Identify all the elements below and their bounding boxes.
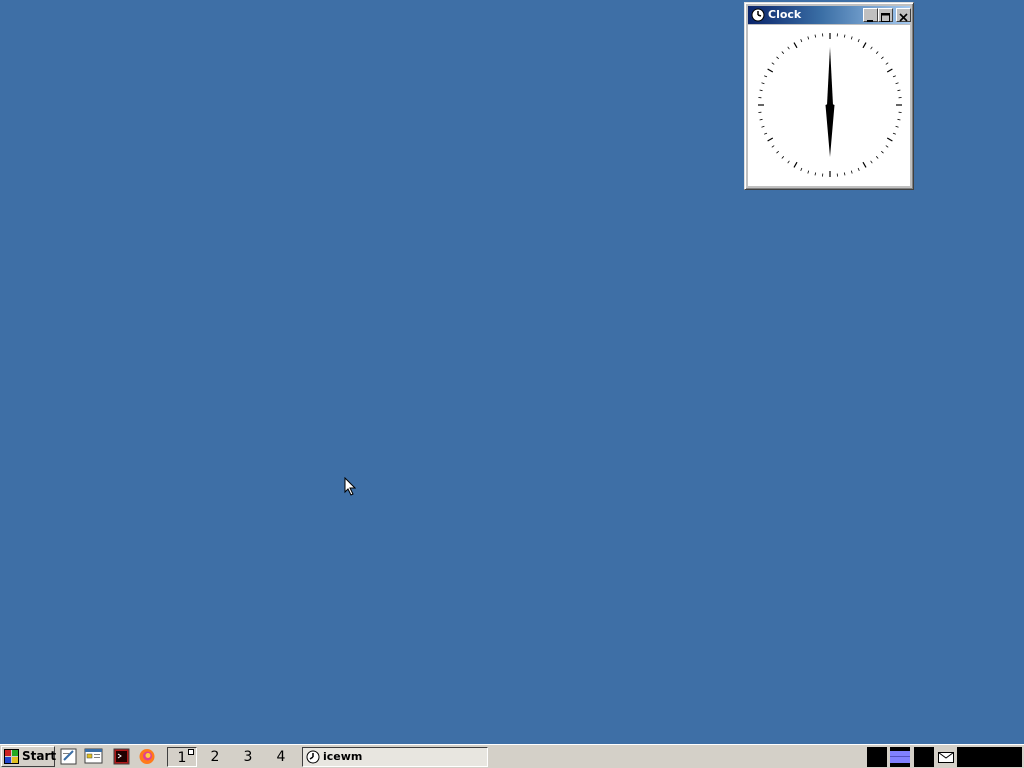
workspace-3-button[interactable]: 3 [233, 747, 263, 767]
clock-tick [886, 137, 893, 142]
clock-tick [895, 125, 899, 128]
clock-tick [857, 167, 860, 171]
clock-tick [776, 150, 779, 154]
clock-tick [897, 89, 901, 92]
workspace-4-button[interactable]: 4 [266, 747, 296, 767]
hour-hand [825, 103, 835, 157]
clock-tick [807, 170, 810, 174]
clock-tick [771, 145, 775, 148]
browser-icon[interactable] [136, 746, 158, 767]
close-icon [899, 13, 908, 22]
maximize-icon [881, 13, 890, 22]
start-button[interactable]: Start [1, 746, 57, 767]
clock-tick [776, 56, 779, 60]
start-logo-icon [4, 749, 19, 764]
clock-tick [857, 39, 860, 43]
clock-tick [759, 118, 763, 121]
clock-tick [862, 42, 867, 49]
minimize-icon [867, 20, 873, 22]
clock-face [748, 25, 910, 186]
file-manager-icon[interactable] [83, 746, 105, 767]
clock-tick [787, 46, 790, 50]
clock-tick [793, 161, 798, 168]
editor-icon[interactable] [58, 746, 80, 767]
clock-tick [800, 167, 803, 171]
clock-tick [771, 62, 775, 65]
clock-tick [761, 125, 765, 128]
clock-tick [814, 34, 817, 38]
cpu-monitor[interactable] [867, 747, 887, 767]
maximize-button[interactable] [878, 8, 893, 22]
workspace-2-button[interactable]: 2 [200, 747, 230, 767]
clock-window[interactable]: Clock [744, 2, 914, 190]
close-button[interactable] [896, 8, 911, 22]
terminal-icon[interactable] [111, 746, 133, 767]
network-monitor[interactable] [890, 747, 910, 767]
memory-monitor[interactable] [914, 747, 934, 767]
workspace-1-button[interactable]: 1 [167, 747, 197, 767]
clock-tick [895, 82, 899, 85]
clock-tick [875, 51, 879, 54]
clock-tick [767, 68, 774, 73]
active-workspace-indicator [188, 749, 194, 755]
clock-tick [886, 68, 893, 73]
clock-tick [843, 172, 846, 176]
clock-tick [885, 145, 889, 148]
clock-tick [892, 75, 896, 78]
clock-tick [870, 46, 873, 50]
clock-tick [793, 42, 798, 49]
window-title: Clock [768, 8, 802, 21]
clock-tick [870, 160, 873, 164]
clock-tick [764, 132, 768, 135]
clock-icon [306, 750, 320, 764]
clock-display[interactable] [957, 747, 1022, 767]
mouse-cursor-icon [344, 477, 356, 496]
clock-tick [892, 132, 896, 135]
clock-icon [751, 8, 765, 22]
clock-tick [787, 160, 790, 164]
start-label: Start [22, 749, 57, 763]
clock-tick [781, 51, 785, 54]
clock-tick [850, 170, 853, 174]
clock-tick [767, 137, 774, 142]
analog-clock [758, 33, 902, 177]
workspace-label: 4 [276, 749, 286, 765]
clock-tick [759, 89, 763, 92]
workspace-label: 3 [243, 749, 253, 765]
minute-hand [827, 47, 833, 109]
clock-titlebar[interactable]: Clock [748, 6, 911, 24]
task-label: icewm [323, 750, 363, 763]
desktop[interactable]: Clock [0, 0, 1024, 744]
clock-tick [881, 56, 884, 60]
clock-tick [814, 172, 817, 176]
clock-tick [807, 36, 810, 40]
minimize-button[interactable] [863, 8, 878, 22]
clock-tick [875, 156, 879, 159]
clock-tick [897, 118, 901, 121]
taskbar: Start 1 2 3 4 icewm [0, 744, 1024, 768]
clock-tick [761, 82, 765, 85]
clock-tick [862, 161, 867, 168]
workspace-label: 2 [210, 749, 220, 765]
workspace-label: 1 [177, 750, 187, 766]
clock-tick [781, 156, 785, 159]
clock-tick [850, 36, 853, 40]
mail-icon[interactable] [937, 747, 955, 767]
clock-tick [843, 34, 846, 38]
clock-tick [800, 39, 803, 43]
task-button-icewm[interactable]: icewm [302, 747, 488, 767]
clock-tick [885, 62, 889, 65]
clock-tick [764, 75, 768, 78]
clock-tick [881, 150, 884, 154]
